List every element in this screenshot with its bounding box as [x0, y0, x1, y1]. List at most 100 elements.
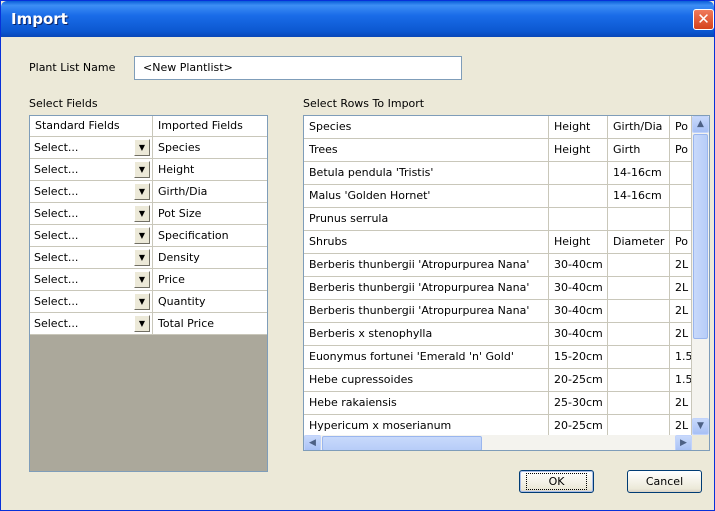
scroll-left-button[interactable]: ◀ — [304, 435, 321, 450]
table-cell: 2L — [670, 415, 692, 437]
table-cell: Po — [670, 139, 692, 161]
field-mapping-row: Select... ▼ Specification — [30, 225, 267, 247]
standard-field-select[interactable]: Select... — [34, 317, 78, 330]
table-cell — [549, 208, 608, 230]
vertical-scroll-thumb[interactable] — [693, 134, 708, 339]
fields-grid-header: Standard Fields Imported Fields — [30, 116, 267, 137]
table-cell — [608, 300, 670, 322]
table-cell: Berberis thunbergii 'Atropurpurea Nana' — [304, 254, 549, 276]
field-mapping-row: Select... ▼ Quantity — [30, 291, 267, 313]
table-row[interactable]: Prunus serrula — [304, 208, 692, 231]
standard-field-select[interactable]: Select... — [34, 141, 78, 154]
cancel-button[interactable]: Cancel — [627, 470, 702, 493]
table-cell: 30-40cm — [549, 300, 608, 322]
imported-field-label: Price — [158, 273, 185, 286]
table-cell: Shrubs — [304, 231, 549, 253]
field-mapping-row: Select... ▼ Height — [30, 159, 267, 181]
standard-field-select[interactable]: Select... — [34, 273, 78, 286]
table-row[interactable]: Trees Height Girth Po — [304, 139, 692, 162]
select-rows-grid[interactable]: Species Height Girth/Dia Po Trees Height Girth… — [303, 115, 710, 451]
table-row[interactable]: Berberis thunbergii 'Atropurpurea Nana' 3… — [304, 254, 692, 277]
table-cell — [608, 277, 670, 299]
table-row[interactable]: Berberis x stenophylla 30-40cm 2L — [304, 323, 692, 346]
imported-field-label: Quantity — [158, 295, 206, 308]
field-mapping-row: Select... ▼ Species — [30, 137, 267, 159]
dropdown-arrow-icon[interactable]: ▼ — [134, 161, 150, 178]
table-row[interactable]: Berberis thunbergii 'Atropurpurea Nana' 3… — [304, 300, 692, 323]
table-row[interactable]: Malus 'Golden Hornet' 14-16cm — [304, 185, 692, 208]
table-cell — [608, 323, 670, 345]
field-mapping-row: Select... ▼ Total Price — [30, 313, 267, 335]
table-row[interactable]: Hebe cupressoides 20-25cm 1.5 — [304, 369, 692, 392]
standard-field-select[interactable]: Select... — [34, 207, 78, 220]
imported-field-label: Species — [158, 141, 201, 154]
header-imported-fields[interactable]: Imported Fields — [158, 119, 243, 135]
imported-field-label: Specification — [158, 229, 229, 242]
table-cell — [608, 369, 670, 391]
dropdown-arrow-icon[interactable]: ▼ — [134, 205, 150, 222]
select-fields-grid[interactable]: Standard Fields Imported Fields Select..… — [29, 115, 268, 472]
table-row[interactable]: Hebe rakaiensis 25-30cm 2L — [304, 392, 692, 415]
table-cell: 20-25cm — [549, 369, 608, 391]
horizontal-scrollbar[interactable]: ◀ ▶ — [304, 435, 692, 450]
dropdown-arrow-icon[interactable]: ▼ — [134, 227, 150, 244]
header-standard-fields[interactable]: Standard Fields — [35, 119, 120, 135]
horizontal-scroll-thumb[interactable] — [322, 436, 482, 450]
standard-field-select[interactable]: Select... — [34, 251, 78, 264]
table-cell: Height — [549, 231, 608, 253]
table-cell: Berberis thunbergii 'Atropurpurea Nana' — [304, 277, 549, 299]
table-cell: 1.5 — [670, 369, 692, 391]
standard-field-select[interactable]: Select... — [34, 295, 78, 308]
column-divider — [152, 269, 153, 291]
table-cell: 2L — [670, 392, 692, 414]
column-header[interactable]: Girth/Dia — [608, 116, 670, 138]
ok-label: OK — [525, 473, 588, 490]
column-header[interactable]: Po — [670, 116, 692, 138]
table-cell: Po — [670, 231, 692, 253]
imported-field-label: Girth/Dia — [158, 185, 208, 198]
dropdown-arrow-icon[interactable]: ▼ — [134, 315, 150, 332]
table-cell: 2L — [670, 254, 692, 276]
table-cell: 14-16cm — [608, 185, 670, 207]
column-divider — [152, 137, 153, 159]
dialog-title: Import — [11, 10, 68, 28]
select-rows-label: Select Rows To Import — [303, 97, 425, 110]
table-cell — [608, 254, 670, 276]
imported-field-label: Total Price — [158, 317, 215, 330]
plant-list-name-input[interactable]: <New Plantlist> — [134, 56, 462, 80]
standard-field-select[interactable]: Select... — [34, 185, 78, 198]
table-cell — [670, 208, 692, 230]
table-cell — [670, 162, 692, 184]
plant-list-name-label: Plant List Name — [29, 61, 116, 74]
scroll-right-button[interactable]: ▶ — [675, 435, 692, 450]
column-header[interactable]: Height — [549, 116, 608, 138]
dropdown-arrow-icon[interactable]: ▼ — [134, 249, 150, 266]
table-row[interactable]: Betula pendula 'Tristis' 14-16cm — [304, 162, 692, 185]
table-cell: Berberis x stenophylla — [304, 323, 549, 345]
ok-button[interactable]: OK — [519, 470, 594, 493]
dropdown-arrow-icon[interactable]: ▼ — [134, 293, 150, 310]
scroll-up-button[interactable]: ▲ — [692, 116, 709, 133]
standard-field-select[interactable]: Select... — [34, 229, 78, 242]
dropdown-arrow-icon[interactable]: ▼ — [134, 183, 150, 200]
scroll-down-button[interactable]: ▼ — [692, 418, 709, 435]
close-button[interactable]: ✕ — [693, 9, 714, 30]
table-cell — [608, 346, 670, 368]
table-cell: 15-20cm — [549, 346, 608, 368]
standard-field-select[interactable]: Select... — [34, 163, 78, 176]
vertical-scrollbar[interactable]: ▲ ▼ — [692, 116, 709, 435]
column-divider — [152, 159, 153, 181]
table-row[interactable]: Berberis thunbergii 'Atropurpurea Nana' 3… — [304, 277, 692, 300]
table-cell — [608, 415, 670, 437]
table-row[interactable]: Shrubs Height Diameter Po — [304, 231, 692, 254]
import-dialog: Import ✕ Plant List Name <New Plantlist>… — [0, 0, 715, 511]
rows-grid-header: Species Height Girth/Dia Po — [304, 116, 692, 139]
column-divider — [152, 203, 153, 225]
dropdown-arrow-icon[interactable]: ▼ — [134, 139, 150, 156]
column-header[interactable]: Species — [304, 116, 549, 138]
column-divider — [152, 247, 153, 269]
title-bar[interactable]: Import ✕ — [1, 1, 714, 37]
table-row[interactable]: Euonymus fortunei 'Emerald 'n' Gold' 15-2… — [304, 346, 692, 369]
table-cell: 2L — [670, 300, 692, 322]
dropdown-arrow-icon[interactable]: ▼ — [134, 271, 150, 288]
